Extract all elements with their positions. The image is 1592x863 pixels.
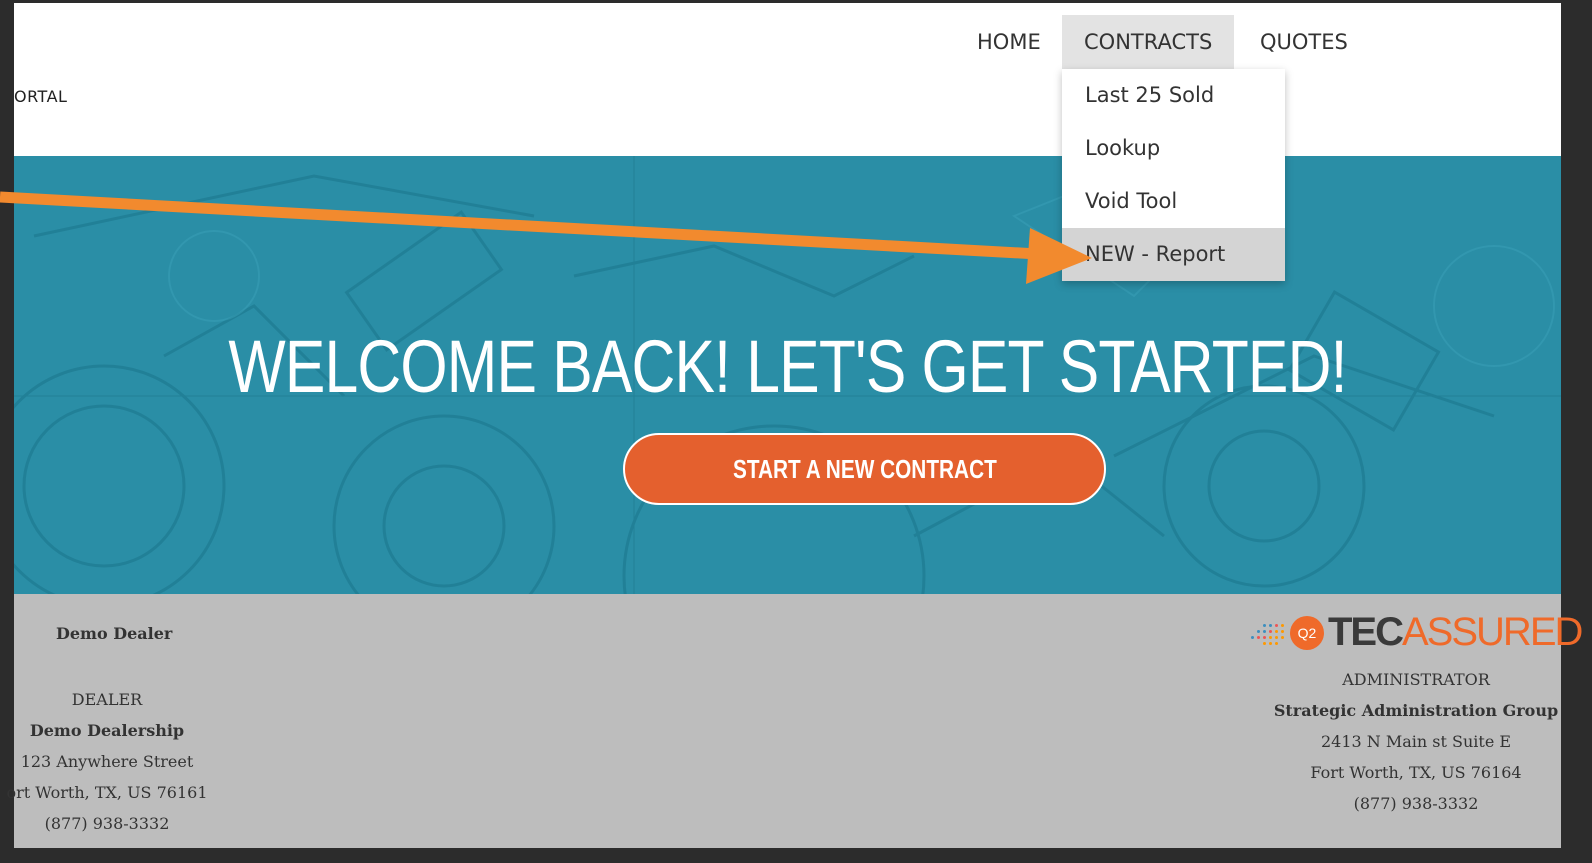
hero-title: WELCOME BACK! LET'S GET STARTED! — [228, 325, 1347, 408]
dealer-city: ort Worth, TX, US 76161 — [6, 783, 208, 802]
dealer-phone: (877) 938-3332 — [44, 814, 170, 833]
nav-quotes[interactable]: QUOTES — [1238, 15, 1370, 70]
tecassured-logo: Q2 TECASSURED — [1249, 610, 1583, 656]
dealer-name: Demo Dealer — [56, 624, 173, 643]
logo-wordmark: TECASSURED — [1328, 610, 1583, 655]
dealer-role: DEALER — [71, 690, 143, 709]
administrator-info: ADMINISTRATOR Strategic Administration G… — [1271, 664, 1561, 819]
menu-item-lookup[interactable]: Lookup — [1062, 122, 1285, 175]
logo-tec: TEC — [1328, 610, 1404, 654]
dealer-address: 123 Anywhere Street — [20, 752, 194, 771]
logo-badge: Q2 — [1290, 616, 1324, 650]
site-footer: Demo Dealer DEALER Demo Dealership 123 A… — [6, 594, 1583, 848]
admin-company: Strategic Administration Group — [1273, 701, 1559, 720]
admin-role: ADMINISTRATOR — [1342, 670, 1490, 689]
dealer-info: DEALER Demo Dealership 123 Anywhere Stre… — [0, 684, 230, 839]
menu-item-void-tool[interactable]: Void Tool — [1062, 175, 1285, 228]
admin-address: 2413 N Main st Suite E — [1320, 732, 1512, 751]
logo-assured: ASSURED — [1402, 610, 1583, 654]
admin-phone: (877) 938-3332 — [1353, 794, 1479, 813]
nav-contracts[interactable]: CONTRACTS — [1062, 15, 1235, 70]
logo-dots-icon — [1249, 620, 1289, 648]
menu-item-last-25-sold[interactable]: Last 25 Sold — [1062, 69, 1285, 122]
nav-home[interactable]: HOME — [955, 15, 1063, 70]
site-header: ORTAL HOME CONTRACTS QUOTES — [14, 3, 1561, 156]
menu-item-new-report[interactable]: NEW - Report — [1062, 228, 1285, 281]
screen-frame-bottom — [0, 848, 1592, 863]
admin-city: Fort Worth, TX, US 76164 — [1310, 763, 1522, 782]
portal-label: ORTAL — [14, 87, 68, 106]
cta-label: START A NEW CONTRACT — [732, 454, 997, 484]
hero-banner: WELCOME BACK! LET'S GET STARTED! START A… — [14, 156, 1561, 594]
dealer-company: Demo Dealership — [29, 721, 185, 740]
start-new-contract-button[interactable]: START A NEW CONTRACT — [623, 433, 1106, 505]
screen-frame-right — [1561, 0, 1592, 863]
contracts-dropdown: Last 25 Sold Lookup Void Tool NEW - Repo… — [1062, 69, 1285, 281]
